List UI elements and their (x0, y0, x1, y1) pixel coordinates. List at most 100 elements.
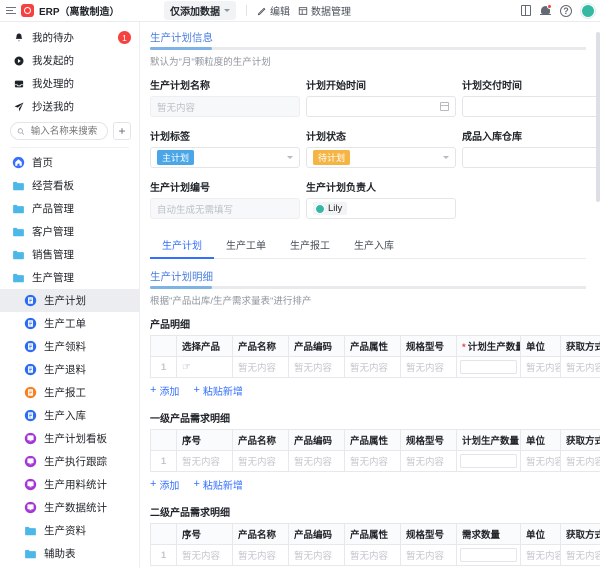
quantity-input-cell[interactable] (457, 357, 521, 378)
tab-3[interactable]: 生产入库 (342, 232, 406, 259)
avatar[interactable] (581, 4, 595, 18)
sidebar-item-2[interactable]: 产品管理 (0, 197, 139, 220)
sidebar-item-16[interactable]: 生产资料 (0, 519, 139, 542)
bell-icon[interactable] (540, 5, 551, 17)
table-cell[interactable]: 暂无内容 (561, 545, 600, 566)
quantity-input[interactable] (460, 454, 517, 468)
help-icon[interactable]: ? (560, 5, 572, 17)
field-date-picker[interactable] (306, 96, 456, 117)
column-header: 计划生产数量 (457, 430, 521, 451)
sidebar-item-label: 生产资料 (44, 523, 86, 538)
quantity-input[interactable] (460, 548, 517, 562)
field-label: 计划交付时间 (462, 77, 600, 92)
column-header: 选择产品 (177, 336, 233, 357)
table-cell[interactable]: 暂无内容 (233, 357, 289, 378)
table-cell[interactable]: 暂无内容 (561, 451, 600, 472)
quantity-input-cell[interactable] (457, 545, 521, 566)
form-field-7: 生产计划负责人Lily (306, 179, 456, 219)
person-name: Lily (328, 203, 342, 214)
edit-button[interactable]: 编辑 (257, 3, 290, 18)
table-cell[interactable]: 暂无内容 (177, 545, 233, 566)
tab-1[interactable]: 生产工单 (214, 232, 278, 259)
vertical-scrollbar[interactable] (596, 22, 600, 568)
form-field-0: 生产计划名称暂无内容 (150, 77, 300, 117)
field-select[interactable]: 主计划 (150, 147, 300, 168)
scrollbar-thumb[interactable] (596, 32, 600, 202)
sidebar-item-9[interactable]: 生产退料 (0, 358, 139, 381)
sidebar-item-label: 生产用料统计 (44, 477, 107, 492)
add-row-button[interactable]: +添加 (150, 477, 179, 492)
sidebar-item-0[interactable]: 首页 (0, 151, 139, 174)
table-cell[interactable]: 暂无内容 (233, 545, 289, 566)
field-select[interactable] (462, 147, 600, 168)
column-header-label: 产品属性 (350, 342, 388, 353)
sidebar-item-17[interactable]: 辅助表 (0, 542, 139, 565)
table-cell[interactable]: 暂无内容 (521, 451, 561, 472)
sidebar-item-3[interactable]: 客户管理 (0, 220, 139, 243)
column-header-label: 单位 (526, 436, 545, 447)
sidebar-item-5[interactable]: 生产管理 (0, 266, 139, 289)
search-box[interactable] (10, 122, 108, 140)
sidebar-item-initiated[interactable]: 我发起的 (0, 49, 139, 72)
table-cell[interactable]: 暂无内容 (289, 545, 345, 566)
sidebar-item-4[interactable]: 销售管理 (0, 243, 139, 266)
sidebar-item-10[interactable]: 生产报工 (0, 381, 139, 404)
table-cell[interactable]: 暂无内容 (177, 451, 233, 472)
column-header-label: 规格型号 (406, 436, 444, 447)
search-input[interactable] (29, 125, 101, 138)
field-date-picker[interactable] (462, 96, 600, 117)
column-header: 单位 (521, 524, 561, 545)
sidebar-item-11[interactable]: 生产入库 (0, 404, 139, 427)
table-cell[interactable]: 暂无内容 (345, 545, 401, 566)
quantity-input-cell[interactable] (457, 451, 521, 472)
mode-select[interactable]: 仅添加数据 (164, 1, 236, 20)
sidebar-item-15[interactable]: 生产数据统计 (0, 496, 139, 519)
field-select[interactable]: 待计划 (306, 147, 456, 168)
column-header: 产品编码 (289, 336, 345, 357)
column-header-label: 产品编码 (294, 436, 332, 447)
table-row[interactable]: 1☞暂无内容暂无内容暂无内容暂无内容暂无内容暂无内容 (151, 357, 600, 378)
sidebar-item-label: 经营看板 (32, 178, 74, 193)
data-manage-button[interactable]: 数据管理 (298, 3, 351, 18)
table-cell[interactable]: 暂无内容 (289, 357, 345, 378)
table-cell[interactable]: 暂无内容 (345, 357, 401, 378)
field-input-readonly[interactable]: 自动生成无需填写 (150, 198, 300, 219)
sidebar-item-6[interactable]: 生产计划 (0, 289, 139, 312)
tab-0[interactable]: 生产计划 (150, 232, 214, 259)
table-cell[interactable]: 暂无内容 (521, 357, 561, 378)
table-cell[interactable]: 暂无内容 (521, 545, 561, 566)
table-cell[interactable]: 暂无内容 (233, 451, 289, 472)
column-header: 产品名称 (233, 336, 289, 357)
table-cell[interactable]: 暂无内容 (401, 357, 457, 378)
sidebar-item-todo[interactable]: 我的待办 1 (0, 26, 139, 49)
table-row[interactable]: 1暂无内容暂无内容暂无内容暂无内容暂无内容暂无内容暂无内容 (151, 451, 600, 472)
sidebar-item-8[interactable]: 生产领料 (0, 335, 139, 358)
quantity-input[interactable] (460, 360, 517, 374)
tab-2[interactable]: 生产报工 (278, 232, 342, 259)
sidebar-item-13[interactable]: 生产执行跟踪 (0, 450, 139, 473)
table-cell[interactable]: 暂无内容 (401, 545, 457, 566)
table-cell[interactable]: 暂无内容 (401, 451, 457, 472)
sidebar-item-cc[interactable]: 抄送我的 (0, 95, 139, 118)
add-row-button[interactable]: +添加 (150, 383, 179, 398)
hamburger-icon[interactable] (6, 7, 16, 14)
sidebar-item-label: 客户管理 (32, 224, 74, 239)
paste-row-button[interactable]: +粘贴新增 (193, 383, 242, 398)
table-cell[interactable]: 暂无内容 (561, 357, 600, 378)
column-header (151, 524, 177, 545)
sidebar-item-processed[interactable]: 我处理的 (0, 72, 139, 95)
pencil-icon (257, 6, 267, 16)
sidebar-item-7[interactable]: 生产工单 (0, 312, 139, 335)
field-input-readonly[interactable]: 暂无内容 (150, 96, 300, 117)
field-person-picker[interactable]: Lily (306, 198, 456, 219)
add-app-button[interactable]: + (113, 122, 131, 140)
sidebar-item-1[interactable]: 经营看板 (0, 174, 139, 197)
table-cell[interactable]: 暂无内容 (345, 451, 401, 472)
book-icon[interactable] (521, 5, 531, 16)
paste-row-button[interactable]: +粘贴新增 (193, 477, 242, 492)
sidebar-item-14[interactable]: 生产用料统计 (0, 473, 139, 496)
select-product-cell[interactable]: ☞ (177, 357, 233, 378)
table-row[interactable]: 1暂无内容暂无内容暂无内容暂无内容暂无内容暂无内容暂无内容 (151, 545, 600, 566)
table-cell[interactable]: 暂无内容 (289, 451, 345, 472)
sidebar-item-12[interactable]: 生产计划看板 (0, 427, 139, 450)
